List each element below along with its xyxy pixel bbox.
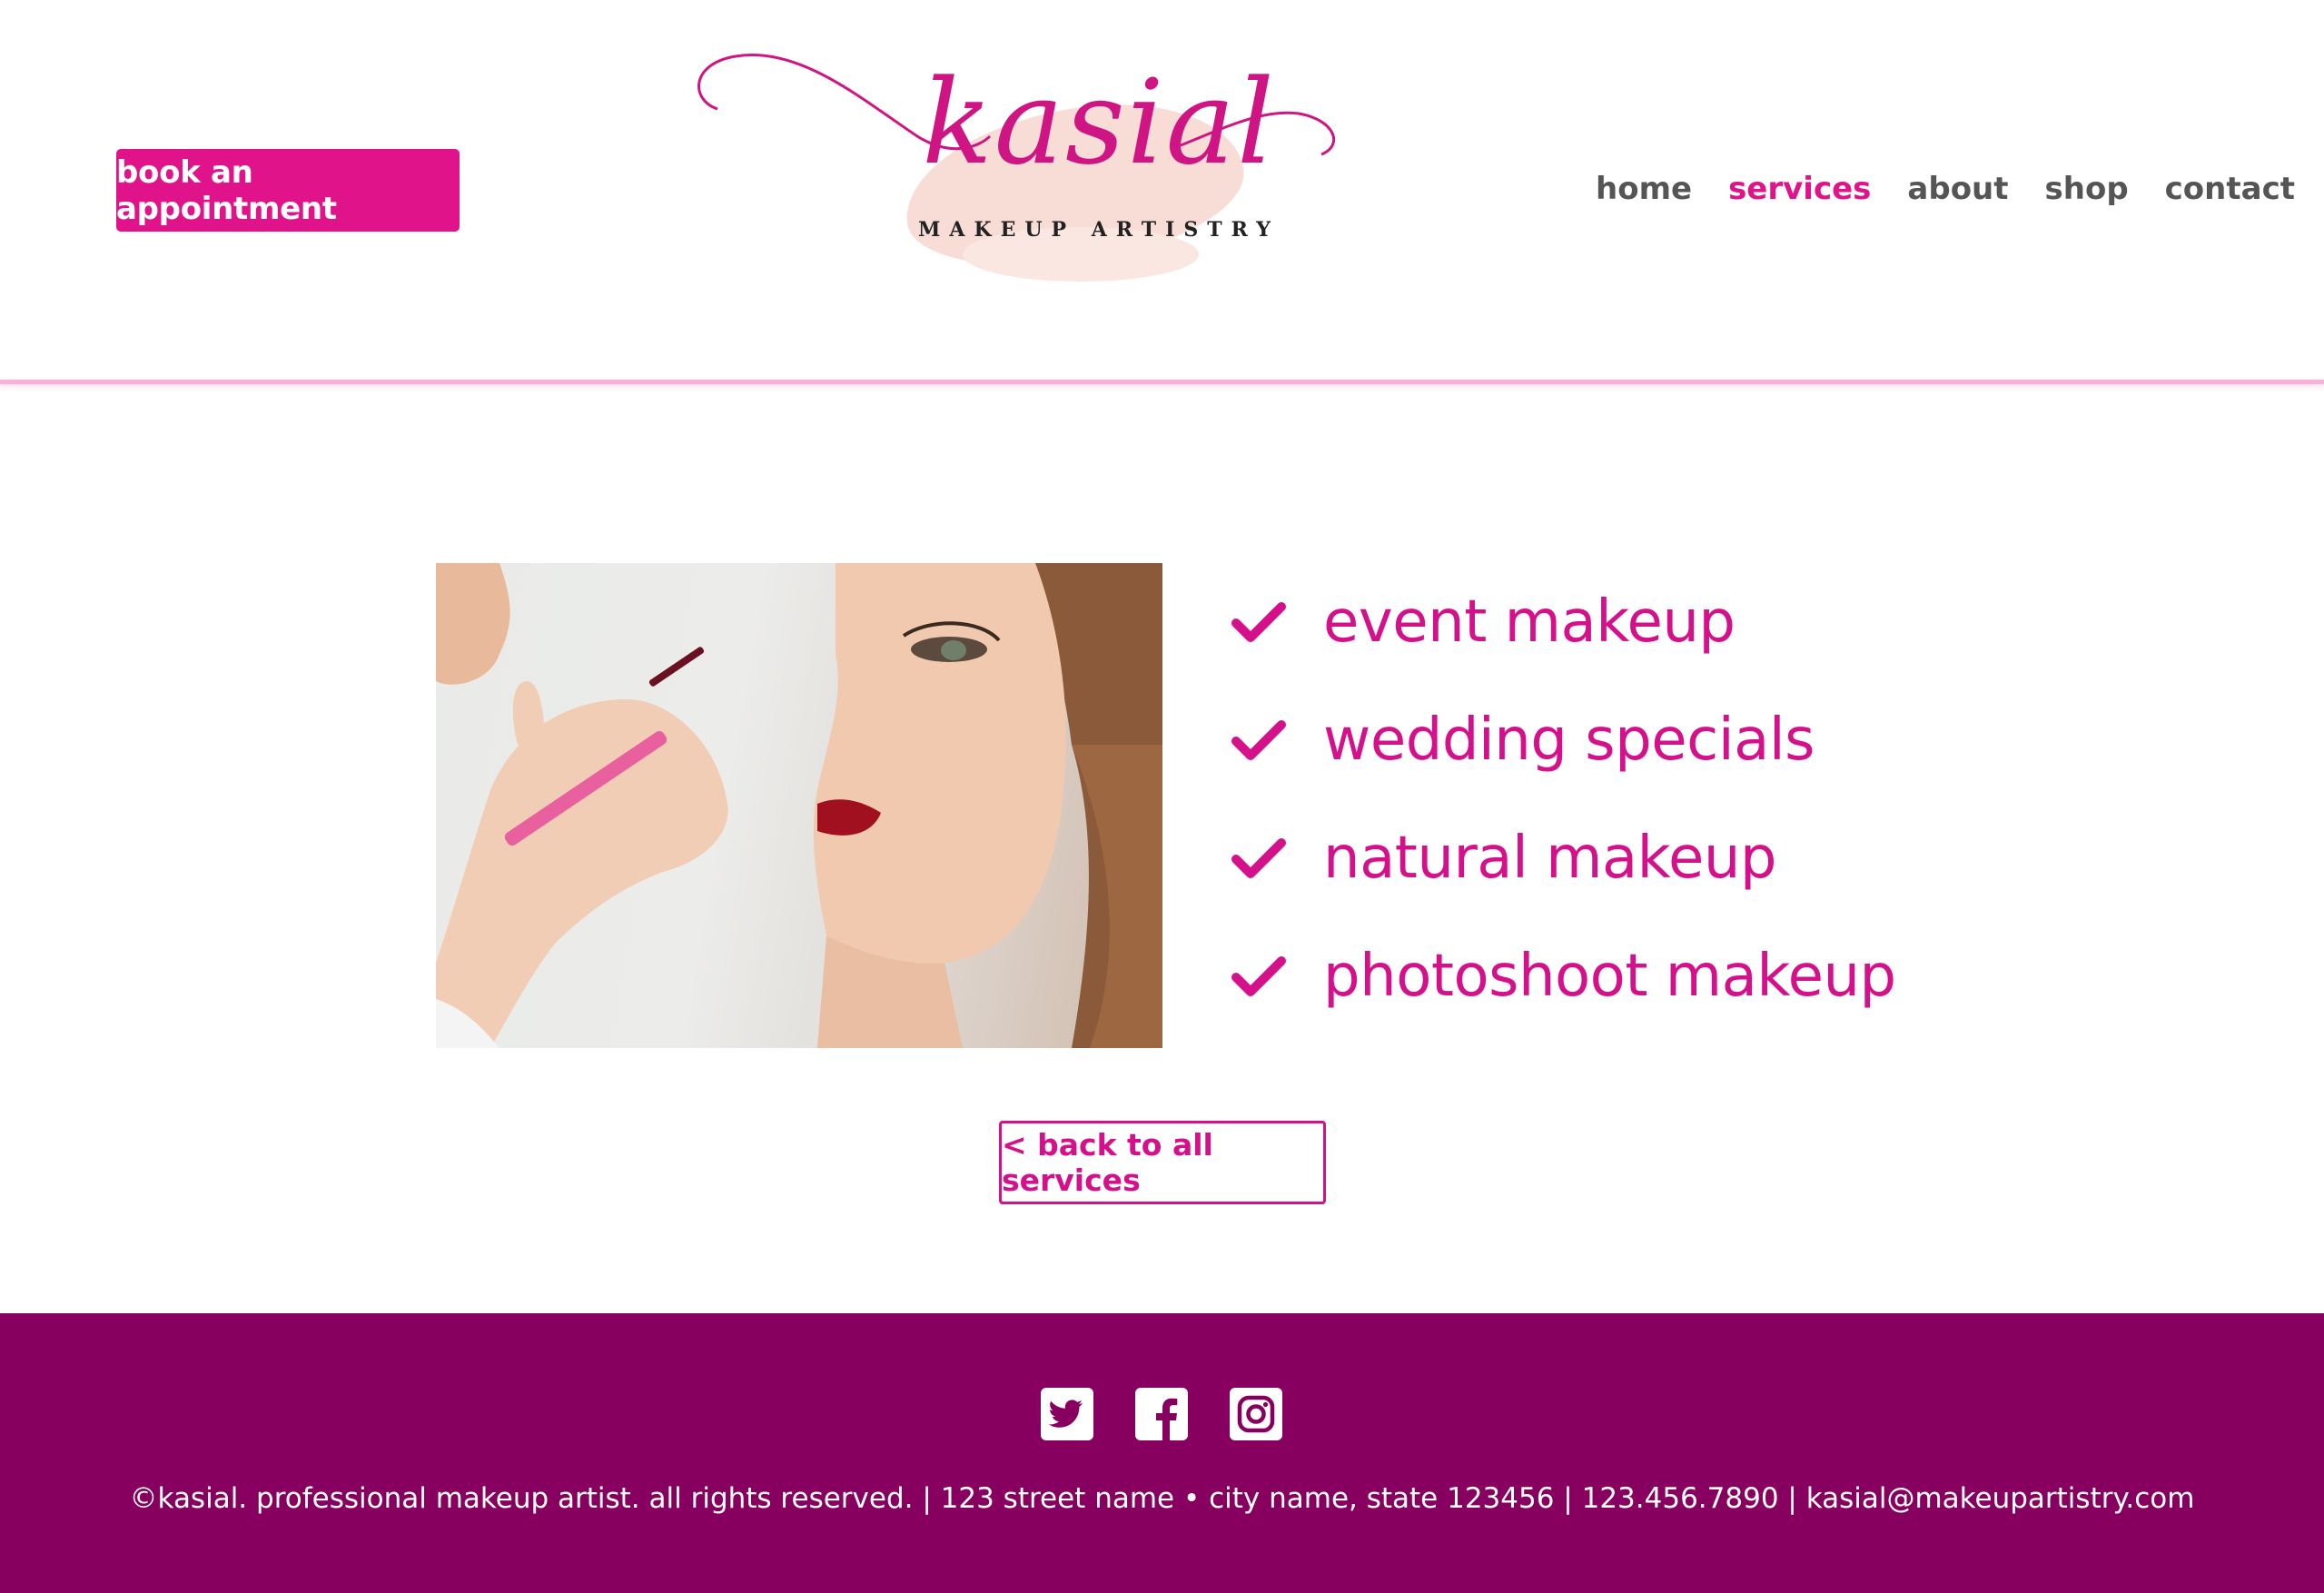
- service-label: natural makeup: [1323, 825, 1777, 892]
- list-item: photoshoot makeup: [1231, 917, 1896, 1035]
- nav-contact[interactable]: contact: [2165, 171, 2295, 207]
- service-label: photoshoot makeup: [1323, 943, 1896, 1010]
- facebook-icon[interactable]: [1135, 1388, 1188, 1440]
- makeup-artist-photo: [436, 563, 1162, 1048]
- nav-about[interactable]: about: [1907, 171, 2008, 207]
- instagram-icon[interactable]: [1230, 1388, 1282, 1440]
- site-logo[interactable]: kasial MAKEUP ARTISTRY: [681, 45, 1358, 285]
- twitter-icon[interactable]: [1041, 1388, 1093, 1440]
- list-item: wedding specials: [1231, 681, 1896, 799]
- check-icon: [1231, 956, 1286, 996]
- service-label: event makeup: [1323, 589, 1736, 656]
- header-divider: [0, 380, 2324, 384]
- book-appointment-button[interactable]: book an appointment: [116, 149, 460, 232]
- nav-shop[interactable]: shop: [2045, 171, 2129, 207]
- list-item: event makeup: [1231, 563, 1896, 681]
- service-label: wedding specials: [1323, 707, 1815, 774]
- makeup-photo-illustration: [436, 563, 1162, 1048]
- footer-copyright: ©kasial. professional makeup artist. all…: [129, 1482, 2195, 1515]
- nav-home[interactable]: home: [1596, 171, 1692, 207]
- site-header: book an appointment kasial MAKEUP ARTIST…: [0, 0, 2324, 381]
- list-item: natural makeup: [1231, 799, 1896, 917]
- site-footer: [0, 1313, 2324, 1593]
- main-nav: home services about shop contact: [1596, 171, 2295, 207]
- logo-name: kasial: [922, 55, 1276, 191]
- back-to-services-button[interactable]: < back to all services: [999, 1121, 1326, 1204]
- check-icon: [1231, 838, 1286, 878]
- check-icon: [1231, 602, 1286, 642]
- social-links: [1041, 1388, 1282, 1440]
- check-icon: [1231, 720, 1286, 760]
- logo-tagline: MAKEUP ARTISTRY: [918, 218, 1280, 242]
- nav-services[interactable]: services: [1728, 171, 1871, 207]
- services-list: event makeup wedding specials natural ma…: [1231, 563, 1896, 1035]
